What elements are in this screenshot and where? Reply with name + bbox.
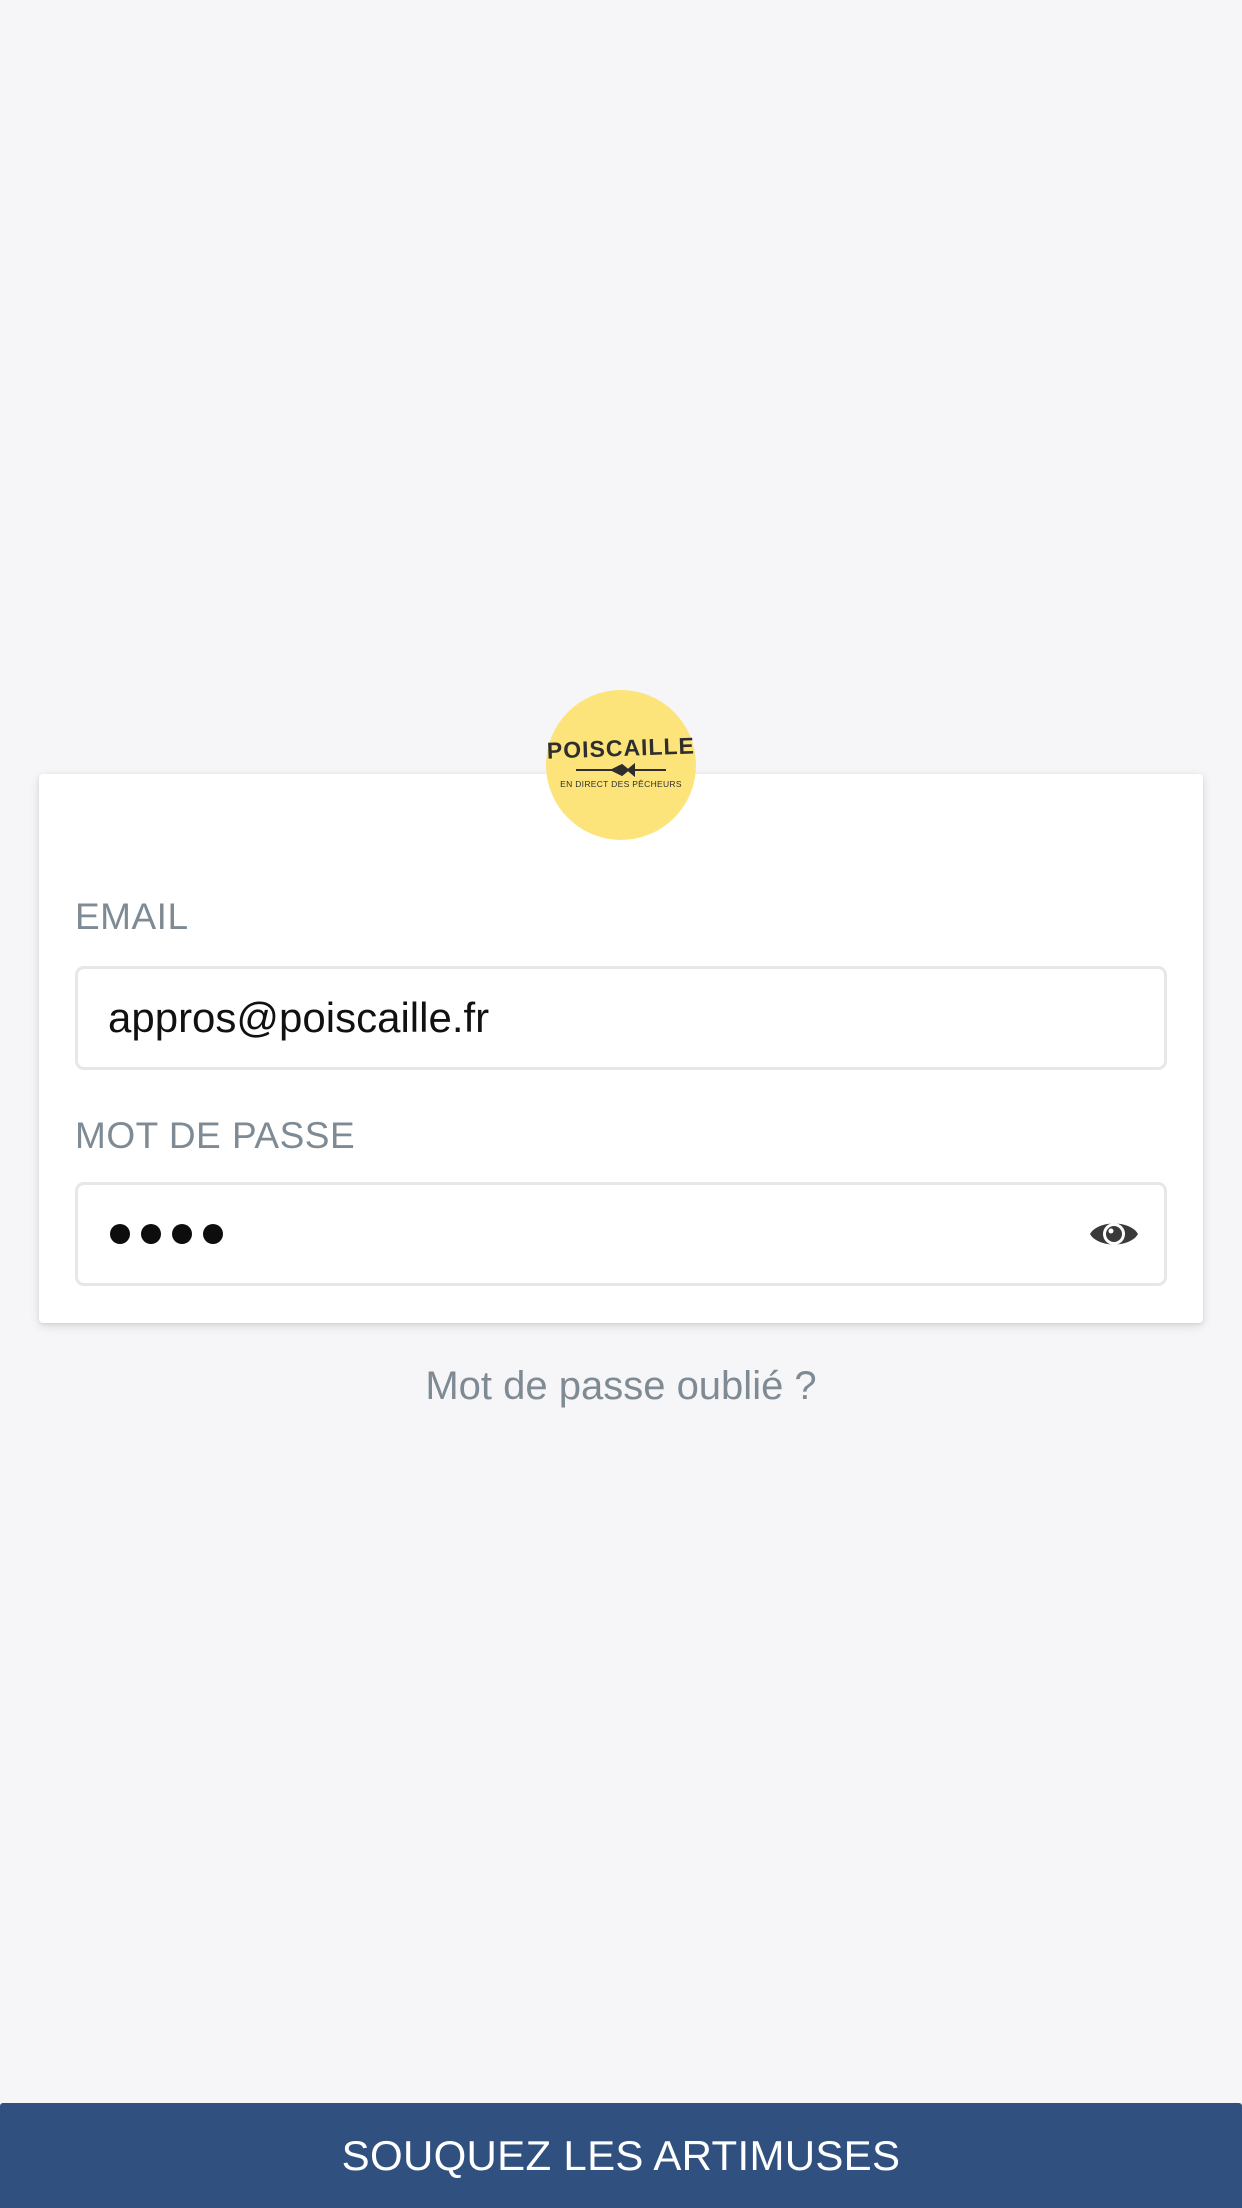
forgot-password-link[interactable]: Mot de passe oublié ? (0, 1366, 1242, 1406)
password-dot (110, 1224, 130, 1244)
email-field[interactable]: appros@poiscaille.fr (75, 966, 1167, 1070)
svg-text:POISCAILLE: POISCAILLE (546, 732, 695, 763)
password-masked-value[interactable] (110, 1185, 223, 1283)
password-label: MOT DE PASSE (75, 1115, 356, 1156)
password-dot (141, 1224, 161, 1244)
submit-button[interactable]: SOUQUEZ LES ARTIMUSES (0, 2103, 1242, 2208)
password-field[interactable] (75, 1182, 1167, 1286)
password-dot (172, 1224, 192, 1244)
svg-text:EN DIRECT DES PÊCHEURS: EN DIRECT DES PÊCHEURS (560, 779, 682, 789)
email-label: EMAIL (75, 896, 189, 937)
email-field-value[interactable]: appros@poiscaille.fr (108, 969, 489, 1067)
brand-logo: POISCAILLE EN DIRECT DES PÊCHEURS (546, 690, 696, 840)
eye-icon[interactable] (1088, 1211, 1140, 1257)
password-dot (203, 1224, 223, 1244)
